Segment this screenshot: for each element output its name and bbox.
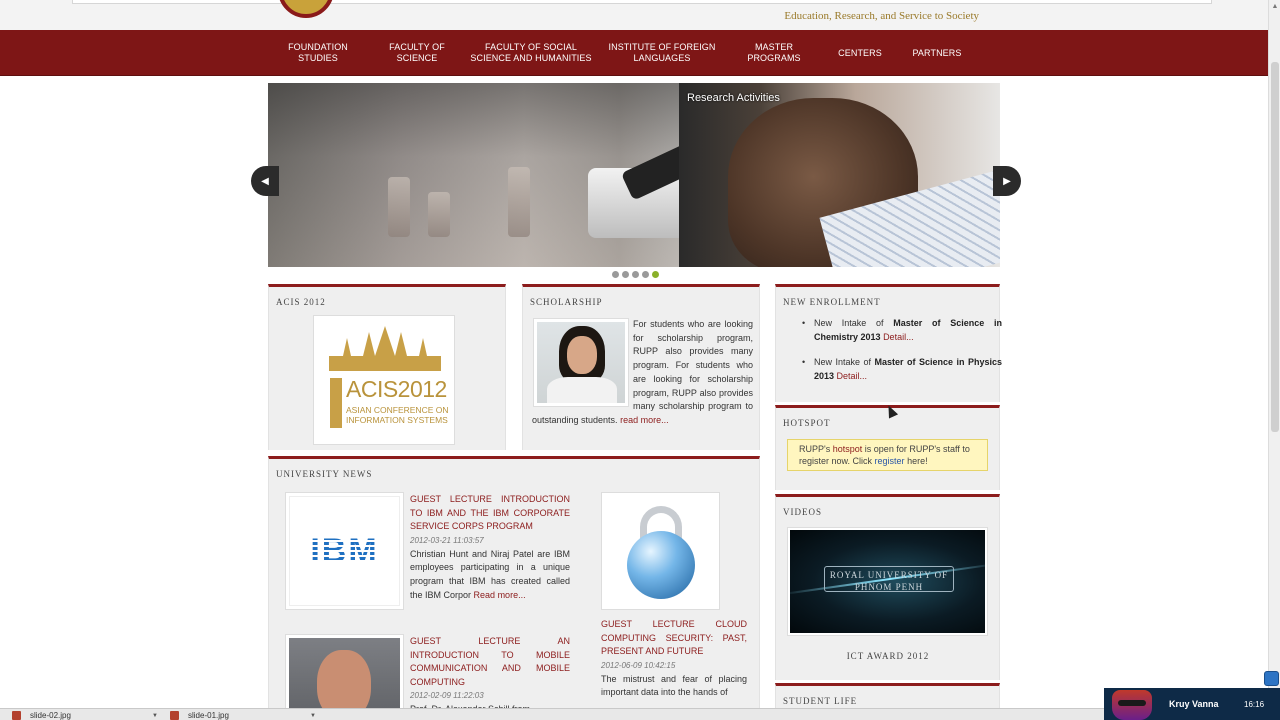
- register-link[interactable]: register: [875, 456, 905, 466]
- nav-master-programs[interactable]: MASTER PROGRAMS: [728, 30, 820, 76]
- news-thumb-ibm[interactable]: IBM: [285, 492, 404, 610]
- enrollment-title: NEW ENROLLMENT: [783, 297, 881, 307]
- main-nav: FOUNDATION STUDIES FACULTY OF SCIENCE FA…: [0, 30, 1268, 76]
- news-read-more-link[interactable]: Read more...: [474, 590, 526, 600]
- slider-dot[interactable]: [642, 271, 649, 278]
- hotspot-link[interactable]: hotspot: [833, 444, 863, 454]
- slider-pagination: [612, 271, 659, 279]
- nav-faculty-of-science[interactable]: FACULTY OF SCIENCE: [370, 30, 464, 76]
- video-player[interactable]: ROYAL UNIVERSITY OF PHNOM PENH: [787, 527, 988, 636]
- news-body: Christian Hunt and Niraj Patel are IBM e…: [410, 548, 570, 600]
- download-item[interactable]: slide-02.jpg ▼: [12, 710, 158, 720]
- news-title: UNIVERSITY NEWS: [276, 469, 373, 479]
- scroll-up-icon[interactable]: ▲: [1271, 3, 1279, 11]
- acis-panel: ACIS 2012 ACIS2012 ASIAN CONFERENCE ON I…: [268, 284, 506, 450]
- image-file-icon: [12, 711, 21, 720]
- presenter-tray: Kruy Vanna 16:16: [1104, 688, 1280, 720]
- acis-logo-main: ACIS2012: [346, 376, 447, 402]
- remote-app-icon[interactable]: [1264, 671, 1279, 686]
- hotspot-notice: RUPP's hotspot is open for RUPP's staff …: [787, 439, 988, 471]
- acis-title: ACIS 2012: [276, 297, 326, 307]
- news-title-link[interactable]: GUEST LECTURE INTRODUCTION TO IBM AND TH…: [410, 493, 570, 534]
- news-date: 2012-06-09 10:42:15: [601, 660, 676, 670]
- news-title-link[interactable]: GUEST LECTURE AN INTRODUCTION TO MOBILE …: [410, 635, 570, 689]
- download-bar: slide-02.jpg ▼ slide-01.jpg ▼: [0, 708, 1280, 720]
- chevron-down-icon[interactable]: ▼: [152, 713, 158, 719]
- acis-logo-sub: ASIAN CONFERENCE ON INFORMATION SYSTEMS: [346, 405, 449, 425]
- nav-partners[interactable]: PARTNERS: [906, 30, 968, 76]
- scholarship-text-block: For students who are looking for scholar…: [532, 318, 753, 428]
- videos-panel: VIDEOS ROYAL UNIVERSITY OF PHNOM PENH IC…: [775, 494, 1000, 680]
- scholarship-title: SCHOLARSHIP: [530, 297, 603, 307]
- temple-icon: [329, 326, 441, 371]
- detail-link[interactable]: Detail...: [883, 332, 914, 342]
- download-filename: slide-02.jpg: [30, 711, 71, 720]
- slider-next-icon[interactable]: ▶: [993, 166, 1021, 196]
- browser-page: Education, Research, and Service to Soci…: [0, 0, 1280, 720]
- enrollment-list: New Intake of Master of Science in Chemi…: [792, 317, 1002, 395]
- slider-dot[interactable]: [622, 271, 629, 278]
- detail-link[interactable]: Detail...: [837, 371, 868, 381]
- student-life-panel: STUDENT LIFE: [775, 683, 1000, 708]
- list-item: New Intake of Master of Science in Chemi…: [792, 317, 1002, 344]
- chevron-down-icon[interactable]: ▼: [310, 713, 316, 719]
- news-item: GUEST LECTURE INTRODUCTION TO IBM AND TH…: [410, 493, 570, 602]
- university-logo[interactable]: [278, 0, 334, 20]
- download-filename: slide-01.jpg: [188, 711, 229, 720]
- list-item: New Intake of Master of Science in Physi…: [792, 356, 1002, 383]
- slider-dot[interactable]: [632, 271, 639, 278]
- acis-side-bar: [330, 378, 342, 428]
- nav-institute-foreign-languages[interactable]: INSTITUTE OF FOREIGN LANGUAGES: [606, 30, 718, 76]
- presenter-name: Kruy Vanna: [1169, 699, 1219, 709]
- scroll-thumb[interactable]: [1271, 62, 1279, 432]
- news-body: The mistrust and fear of placing importa…: [601, 673, 747, 698]
- page-scrollbar[interactable]: ▲: [1268, 0, 1280, 690]
- browser-chrome-edge: [72, 0, 1212, 4]
- acis-logo[interactable]: ACIS2012 ASIAN CONFERENCE ON INFORMATION…: [313, 315, 455, 445]
- site-header: Education, Research, and Service to Soci…: [0, 0, 1268, 30]
- tray-clock: 16:16: [1244, 700, 1265, 709]
- news-item: GUEST LECTURE AN INTRODUCTION TO MOBILE …: [410, 635, 570, 717]
- news-panel: UNIVERSITY NEWS IBM GUEST LECTURE INTROD…: [268, 456, 760, 720]
- slider-dot[interactable]: [612, 271, 619, 278]
- hero-slider[interactable]: Research Activities: [268, 83, 1000, 267]
- scholarship-panel: SCHOLARSHIP For students who are looking…: [522, 284, 760, 450]
- nav-foundation-studies[interactable]: FOUNDATION STUDIES: [270, 30, 366, 76]
- slider-prev-icon[interactable]: ◀: [251, 166, 279, 196]
- image-file-icon: [170, 711, 179, 720]
- nav-faculty-social-science[interactable]: FACULTY OF SOCIAL SCIENCE AND HUMANITIES: [468, 30, 594, 76]
- site-tagline: Education, Research, and Service to Soci…: [784, 10, 979, 22]
- video-title-text: ROYAL UNIVERSITY OF PHNOM PENH: [824, 566, 954, 592]
- video-caption: ICT AWARD 2012: [846, 651, 930, 661]
- hotspot-panel: HOTSPOT RUPP's hotspot is open for RUPP'…: [775, 405, 1000, 490]
- news-thumb-security[interactable]: [601, 492, 720, 610]
- news-date: 2012-02-09 11:22:03: [410, 691, 484, 701]
- student-life-title: STUDENT LIFE: [783, 696, 858, 706]
- ibm-logo: IBM: [310, 531, 379, 570]
- news-title-link[interactable]: GUEST LECTURE CLOUD COMPUTING SECURITY: …: [601, 618, 747, 659]
- slider-dot-active[interactable]: [652, 271, 659, 278]
- nav-centers[interactable]: CENTERS: [832, 30, 888, 76]
- user-avatar: [1112, 690, 1152, 720]
- videos-title: VIDEOS: [783, 507, 822, 517]
- news-date: 2012-03-21 11:03:57: [410, 535, 484, 545]
- scholarship-read-more-link[interactable]: read more...: [620, 415, 669, 425]
- enrollment-panel: NEW ENROLLMENT New Intake of Master of S…: [775, 284, 1002, 402]
- globe-lock-icon: [605, 496, 716, 606]
- download-item[interactable]: slide-01.jpg ▼: [170, 710, 316, 720]
- hotspot-title: HOTSPOT: [783, 418, 831, 428]
- slide-caption: Research Activities: [687, 92, 780, 104]
- news-item: GUEST LECTURE CLOUD COMPUTING SECURITY: …: [601, 618, 747, 700]
